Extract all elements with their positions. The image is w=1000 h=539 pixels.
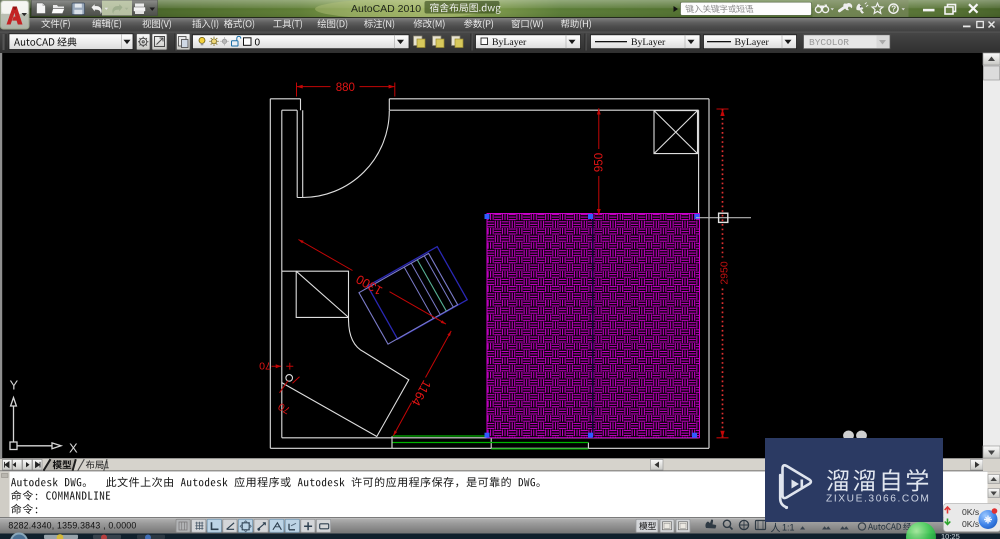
- svg-text:2950: 2950: [719, 261, 731, 285]
- svg-text:950: 950: [593, 153, 605, 172]
- svg-text:Y: Y: [10, 378, 19, 393]
- svg-text:ByLayer: ByLayer: [631, 37, 666, 48]
- svg-text:0K/s: 0K/s: [962, 507, 979, 517]
- svg-text:0: 0: [255, 37, 261, 48]
- svg-text:1300: 1300: [354, 272, 385, 298]
- svg-text:BYCOLOR: BYCOLOR: [809, 37, 849, 48]
- svg-text:70: 70: [259, 360, 271, 372]
- svg-text:0K/s: 0K/s: [962, 519, 979, 529]
- svg-text:10:25: 10:25: [941, 532, 960, 539]
- svg-text:1164: 1164: [408, 378, 433, 408]
- svg-text:ZIXUE.3066.COM: ZIXUE.3066.COM: [826, 494, 931, 505]
- svg-text:ByLayer: ByLayer: [735, 37, 770, 48]
- svg-text:1:1: 1:1: [782, 523, 795, 533]
- svg-text:AutoCAD 2010: AutoCAD 2010: [351, 3, 421, 15]
- svg-text:?: ?: [891, 5, 896, 14]
- svg-text:880: 880: [336, 82, 355, 94]
- svg-text:70: 70: [276, 400, 292, 416]
- svg-text:ByLayer: ByLayer: [492, 37, 527, 48]
- svg-text:X: X: [69, 441, 78, 456]
- svg-text:8282.4340, 1359.3843 , 0.0000: 8282.4340, 1359.3843 , 0.0000: [8, 520, 136, 530]
